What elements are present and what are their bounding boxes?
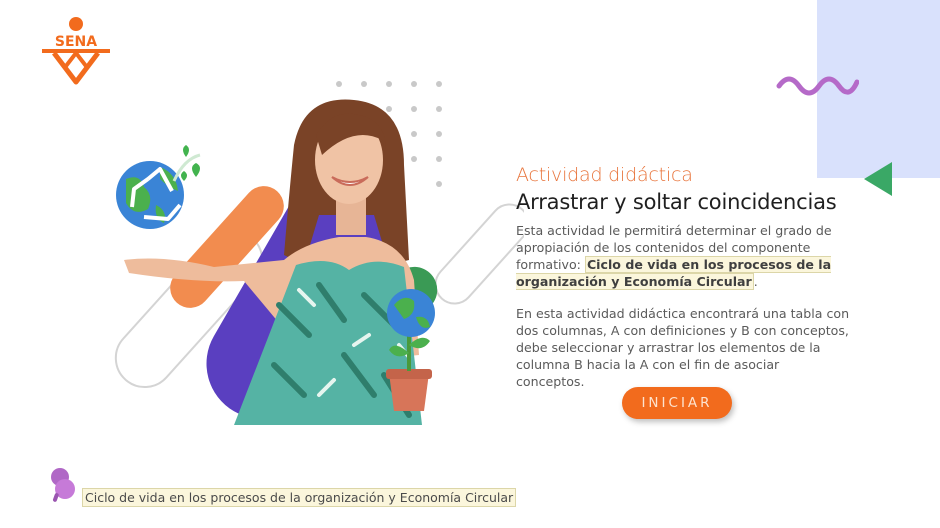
activity-subtitle: Actividad didáctica (516, 164, 693, 186)
plant-earth-icon (386, 289, 435, 411)
pin-icon (51, 468, 75, 502)
wavy-line-icon (776, 76, 859, 96)
sena-logo: SENA (42, 17, 110, 85)
activity-title: Arrastrar y soltar coincidencias (516, 190, 837, 214)
activity-instructions: En esta actividad didáctica encontrará u… (516, 306, 850, 389)
start-button[interactable]: INICIAR (622, 387, 732, 419)
logo-text: SENA (55, 34, 97, 50)
footer-course-title: Ciclo de vida en los procesos de la orga… (82, 488, 517, 507)
hero-illustration (114, 99, 524, 425)
outline-pill-right (434, 203, 524, 305)
recycle-earth-icon (116, 145, 201, 229)
description-end: . (753, 274, 758, 289)
triangle-arrow-icon (864, 162, 892, 196)
activity-description: Esta actividad le permitirá determinar e… (516, 222, 850, 290)
